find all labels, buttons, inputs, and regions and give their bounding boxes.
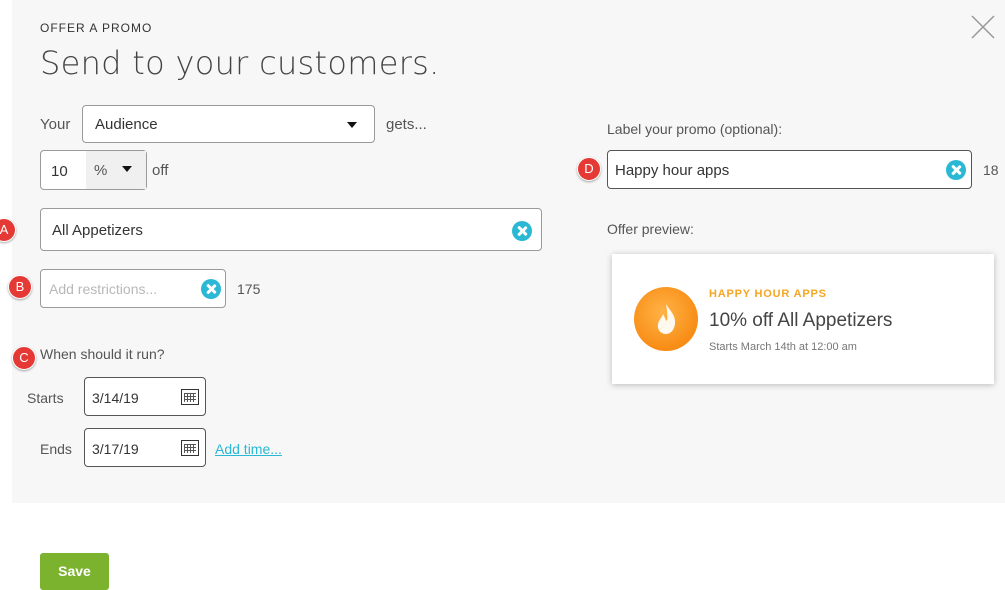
item-field-value: All Appetizers	[52, 222, 143, 239]
clear-icon[interactable]	[512, 221, 532, 241]
add-time-link[interactable]: Add time...	[215, 441, 282, 457]
starts-date-value: 3/14/19	[92, 390, 139, 406]
audience-select[interactable]: Audience	[82, 105, 375, 143]
starts-date-input[interactable]: 3/14/19	[84, 377, 206, 416]
offer-preview-label: Offer preview:	[607, 221, 694, 237]
preview-start-time: Starts March 14th at 12:00 am	[709, 341, 857, 353]
restrictions-input[interactable]: Add restrictions...	[40, 269, 226, 308]
save-button[interactable]: Save	[40, 553, 109, 590]
audience-suffix: gets...	[386, 116, 427, 133]
restrictions-char-count: 175	[237, 281, 261, 297]
flame-icon	[634, 287, 698, 351]
preview-offer: 10% off All Appetizers	[709, 310, 893, 331]
audience-prefix: Your	[40, 116, 71, 133]
marker-b: B	[8, 275, 32, 299]
schedule-question: When should it run?	[40, 346, 165, 362]
ends-date-value: 3/17/19	[92, 441, 139, 457]
eyebrow-label: OFFER A PROMO	[40, 21, 153, 35]
clear-icon[interactable]	[946, 160, 966, 180]
calendar-icon[interactable]	[181, 389, 199, 405]
close-icon[interactable]	[970, 14, 996, 40]
restrictions-placeholder: Add restrictions...	[49, 281, 158, 297]
offer-preview-card: HAPPY HOUR APPS 10% off All Appetizers S…	[612, 254, 994, 384]
caret-down-icon	[122, 166, 132, 172]
caret-down-icon	[347, 122, 357, 128]
promo-label-heading: Label your promo (optional):	[607, 121, 783, 137]
calendar-icon[interactable]	[181, 440, 199, 456]
marker-d: D	[577, 157, 601, 181]
promo-label-char-count: 18	[983, 162, 999, 178]
ends-date-input[interactable]: 3/17/19	[84, 428, 206, 467]
unit-value: %	[94, 162, 108, 179]
unit-select[interactable]: %	[86, 151, 146, 189]
ends-label: Ends	[40, 441, 72, 457]
clear-icon[interactable]	[201, 279, 221, 299]
promo-label-value: Happy hour apps	[615, 162, 730, 179]
discount-suffix: off	[152, 162, 169, 179]
marker-c: C	[12, 346, 36, 370]
discount-amount: 10	[51, 163, 68, 180]
page-title: Send to your customers.	[40, 44, 440, 82]
starts-label: Starts	[27, 390, 64, 406]
item-field[interactable]: All Appetizers	[40, 208, 542, 251]
promo-label-input[interactable]: Happy hour apps	[607, 150, 972, 189]
audience-select-value: Audience	[95, 116, 158, 133]
preview-heading: HAPPY HOUR APPS	[709, 288, 827, 300]
